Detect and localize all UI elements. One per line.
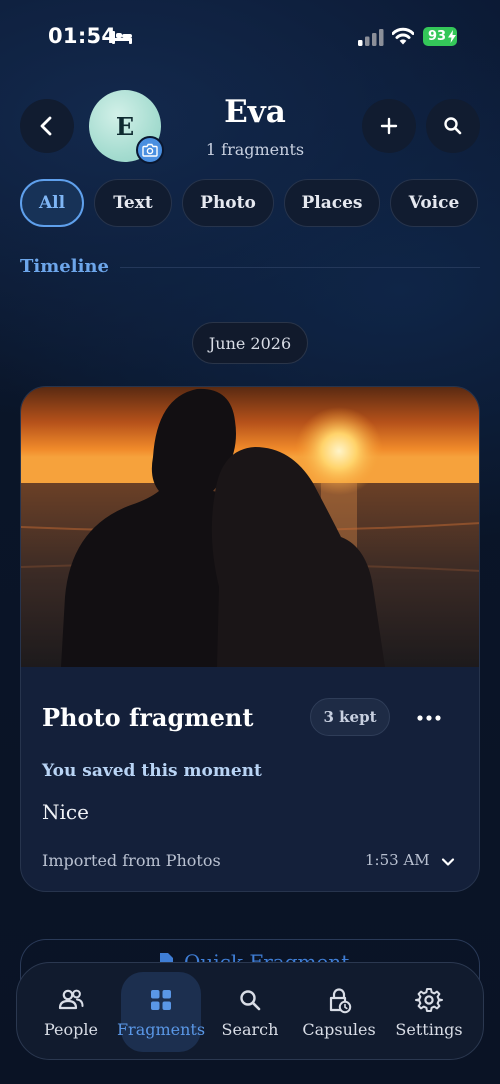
kept-badge: 3 kept — [310, 698, 390, 736]
tab-fragments-label: Fragments — [116, 1019, 206, 1039]
more-options-button[interactable] — [411, 701, 447, 735]
fragment-note: Nice — [42, 800, 89, 824]
filter-places[interactable]: Places — [284, 179, 380, 227]
gear-icon — [415, 987, 443, 1012]
bed-icon — [112, 31, 132, 44]
tab-search[interactable]: Search — [210, 972, 290, 1052]
status-time: 01:54 — [48, 24, 117, 48]
plus-icon — [380, 117, 398, 135]
cellular-signal-icon — [358, 29, 384, 46]
battery-charging-icon — [448, 30, 456, 43]
wifi-icon — [392, 27, 414, 45]
tab-fragments[interactable]: Fragments — [117, 972, 205, 1052]
tab-people[interactable]: People — [31, 972, 111, 1052]
camera-icon — [142, 143, 158, 157]
saved-moment-label: You saved this moment — [42, 761, 262, 781]
month-label: June 2026 — [192, 322, 308, 364]
grid-icon — [151, 989, 171, 1010]
tab-settings-label: Settings — [395, 1019, 463, 1039]
fragment-time: 1:53 AM — [365, 851, 430, 869]
avatar-initial: E — [115, 111, 135, 141]
people-icon — [58, 989, 84, 1009]
back-button[interactable] — [20, 99, 74, 153]
chevron-down-icon — [441, 858, 455, 866]
contact-name: Eva — [224, 94, 286, 130]
battery-level: 93 — [427, 29, 447, 44]
filter-photo[interactable]: Photo — [182, 179, 274, 227]
tab-people-label: People — [44, 1019, 98, 1039]
tab-capsules[interactable]: Capsules — [299, 972, 379, 1052]
more-horizontal-icon — [417, 715, 441, 721]
filter-all[interactable]: All — [20, 179, 84, 227]
fragment-count: 1 fragments — [205, 140, 305, 159]
filter-voice[interactable]: Voice — [390, 179, 478, 227]
search-icon — [240, 989, 261, 1010]
add-fragment-button[interactable] — [362, 99, 416, 153]
chevron-left-icon — [40, 116, 52, 136]
tab-settings[interactable]: Settings — [389, 972, 469, 1052]
tab-capsules-label: Capsules — [302, 1019, 376, 1039]
fragment-source: Imported from Photos — [42, 851, 221, 870]
timeline-divider — [120, 267, 480, 268]
fragment-card[interactable]: Photo fragment 3 kept You saved this mom… — [20, 386, 480, 892]
search-button[interactable] — [426, 99, 480, 153]
search-icon — [444, 117, 462, 135]
expand-button[interactable] — [437, 852, 459, 872]
change-photo-button[interactable] — [136, 136, 164, 164]
lock-clock-icon — [329, 987, 352, 1013]
timeline-label: Timeline — [20, 256, 109, 277]
fragment-photo[interactable] — [21, 387, 480, 667]
tab-search-label: Search — [221, 1019, 279, 1039]
filter-text[interactable]: Text — [94, 179, 172, 227]
fragment-title: Photo fragment — [42, 703, 254, 732]
